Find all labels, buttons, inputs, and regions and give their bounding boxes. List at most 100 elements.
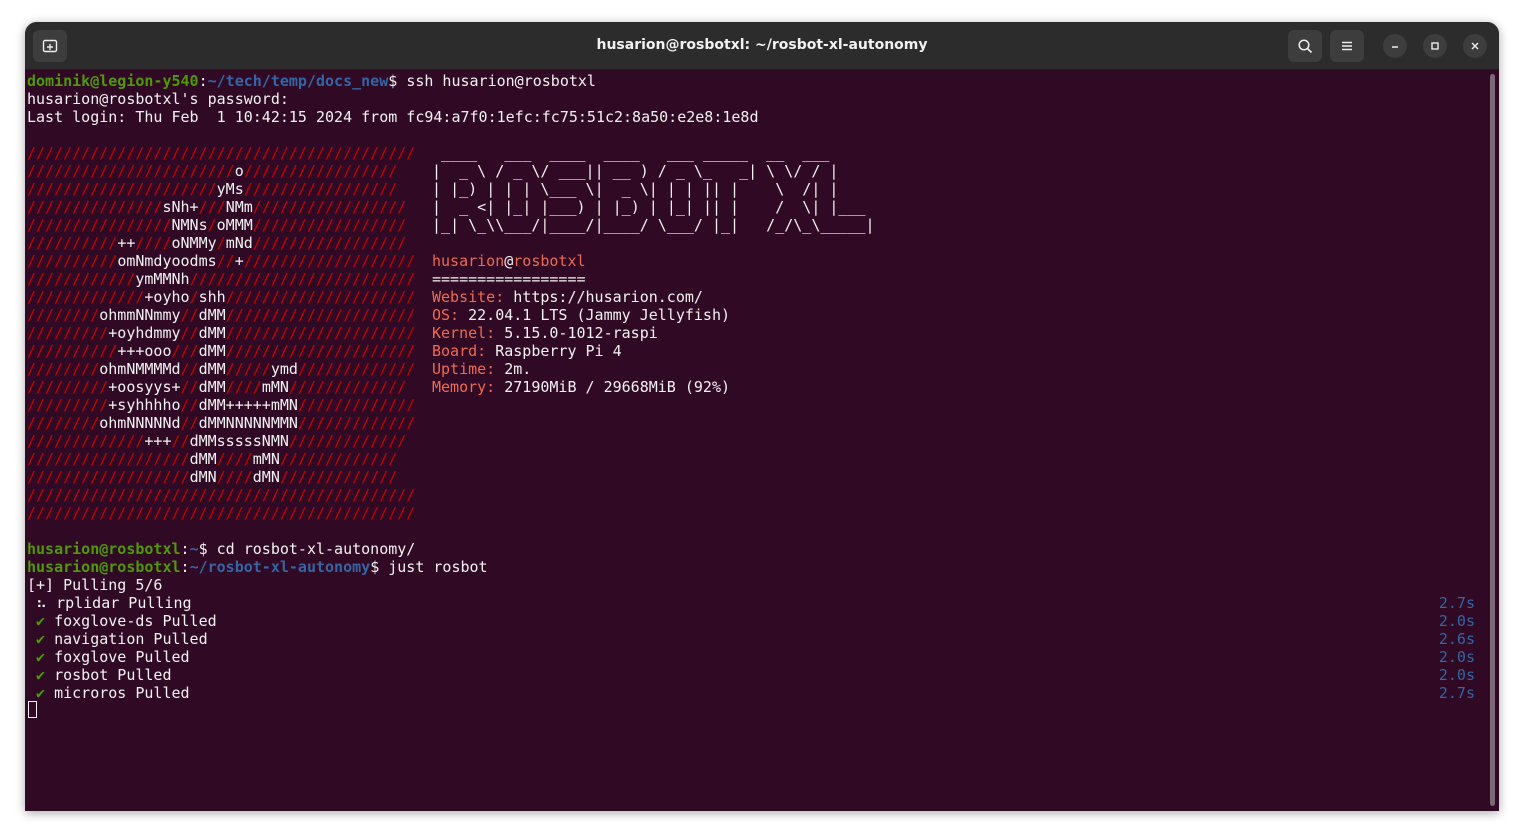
ascii-logo-line: /////////////////////yMs////////////////… — [27, 180, 398, 198]
search-icon — [1298, 39, 1313, 54]
pull-item-name: navigation Pulled — [54, 630, 208, 648]
window-title: husarion@rosbotxl: ~/rosbot-xl-autonomy — [596, 37, 928, 53]
info-label: Kernel: — [432, 324, 496, 342]
last-login-line: Last login: Thu Feb 1 10:42:15 2024 from… — [27, 108, 759, 126]
pull-item: ✔ microros Pulled — [27, 684, 190, 702]
terminal-window: husarion@rosbotxl: ~/rosbot-xl-autonomy — [25, 22, 1499, 811]
info-label: Memory: — [432, 378, 496, 396]
ascii-logo-line: ////////ohmmNNmmy//dMM//////////////////… — [27, 306, 416, 324]
ascii-logo-line: ////////////////NMNs/oMMM///////////////… — [27, 216, 407, 234]
minimize-button[interactable] — [1383, 34, 1407, 58]
prompt-user-host: dominik@legion-y540 — [27, 72, 199, 90]
pull-item-name: rosbot Pulled — [54, 666, 172, 684]
command-text: just rosbot — [388, 558, 488, 576]
title-bar: husarion@rosbotxl: ~/rosbot-xl-autonomy — [25, 22, 1499, 70]
pull-item-name: foxglove Pulled — [54, 648, 190, 666]
maximize-icon — [1431, 42, 1439, 50]
ascii-logo-line: /////////+syhhhho//dMM+++++mMN//////////… — [27, 396, 416, 414]
ascii-logo-line: ///////////////////////o////////////////… — [27, 162, 398, 180]
ascii-logo-line: //////////+++ooo///dMM//////////////////… — [27, 342, 416, 360]
info-host: rosbotxl — [513, 252, 586, 270]
prompt-line-cd: husarion@rosbotxl:~$ cd rosbot-xl-autono… — [27, 540, 416, 558]
pull-item: ✔ foxglove Pulled — [27, 648, 190, 666]
prompt-line-just: husarion@rosbotxl:~/rosbot-xl-autonomy$ … — [27, 558, 488, 576]
check-icon: ✔ — [27, 684, 55, 702]
pull-item-time: 2.6s — [1438, 630, 1475, 648]
ascii-logo-line: ////////////////////////////////////////… — [27, 504, 416, 522]
ascii-logo-line: ////////ohmNMMMMd//dMM/////ymd//////////… — [27, 360, 416, 378]
password-prompt: husarion@rosbotxl's password: — [27, 90, 289, 108]
ascii-logo-line: //////////////////dMN////dMN////////////… — [27, 468, 398, 486]
banner-line: | _ <| |_| |___) | |_) | |_| || | / \| |… — [423, 198, 866, 216]
info-user: husarion — [432, 252, 505, 270]
pull-item: ✔ foxglove-ds Pulled — [27, 612, 217, 630]
menu-button[interactable] — [1330, 30, 1364, 62]
ascii-logo-line: /////////+oyhdmmy//dMM//////////////////… — [27, 324, 416, 342]
prompt-path: ~ — [189, 540, 199, 558]
banner-line: | |_) | | | \___ \| _ \| | | || | \ /| | — [423, 180, 839, 198]
pull-item-time: 2.0s — [1438, 612, 1475, 630]
spinner-icon: ⠦ — [27, 594, 57, 612]
banner-line: |_| \_\\___/|____/|____/ \___/ |_| /_/\_… — [423, 216, 875, 234]
info-separator: ================= — [432, 270, 586, 288]
ascii-logo-line: ///////////////sNh+///NMm///////////////… — [27, 198, 407, 216]
info-label: Board: — [432, 342, 487, 360]
command-text: cd rosbot-xl-autonomy/ — [216, 540, 416, 558]
pull-item-time: 2.0s — [1438, 648, 1475, 666]
ascii-logo-line: //////////////////dMM////mMN////////////… — [27, 450, 398, 468]
pull-item-time: 2.7s — [1438, 684, 1475, 702]
info-row: Website: https://husarion.com/ — [432, 288, 703, 306]
info-value: Raspberry Pi 4 — [486, 342, 622, 360]
prompt-path: ~/tech/temp/docs_new — [207, 72, 389, 90]
prompt-path: ~/rosbot-xl-autonomy — [189, 558, 371, 576]
pull-item-name: foxglove-ds Pulled — [54, 612, 217, 630]
maximize-button[interactable] — [1423, 34, 1447, 58]
terminal-content[interactable]: dominik@legion-y540:~/tech/temp/docs_new… — [27, 72, 1477, 807]
pull-header: [+] Pulling 5/6 — [27, 576, 163, 594]
scrollbar[interactable] — [1490, 74, 1495, 806]
info-value: 2m. — [495, 360, 532, 378]
info-at: @ — [504, 252, 514, 270]
banner-line: | _ \ / _ \/ ___|| __ ) / _ \_ _| \ \/ /… — [423, 162, 839, 180]
info-row: Uptime: 2m. — [432, 360, 531, 378]
pull-item: ⠦ rplidar Pulling — [27, 594, 192, 612]
info-label: OS: — [432, 306, 460, 324]
info-value: 5.15.0-1012-raspi — [495, 324, 658, 342]
info-row: Board: Raspberry Pi 4 — [432, 342, 622, 360]
banner-line: ____ ___ ____ ____ ___ _____ __ ___ — [423, 144, 830, 162]
ascii-logo-line: /////////////+++//dMMsssssNMN///////////… — [27, 432, 407, 450]
ascii-logo-line: /////////+oosyys+//dMM////mMN///////////… — [27, 378, 407, 396]
info-value: 22.04.1 LTS (Jammy Jellyfish) — [459, 306, 731, 324]
info-label: Uptime: — [432, 360, 496, 378]
pull-item: ✔ navigation Pulled — [27, 630, 208, 648]
info-row: Memory: 27190MiB / 29668MiB (92%) — [432, 378, 730, 396]
info-row: OS: 22.04.1 LTS (Jammy Jellyfish) — [432, 306, 730, 324]
pull-item-name: microros Pulled — [54, 684, 190, 702]
ascii-logo-line: //////////omNmdyoodms//+////////////////… — [27, 252, 416, 270]
ascii-logo-line: ////////ohmNNNNNd//dMMNNNNNMMN//////////… — [27, 414, 416, 432]
check-icon: ✔ — [27, 612, 55, 630]
prompt-line-ssh: dominik@legion-y540:~/tech/temp/docs_new… — [27, 72, 596, 90]
terminal-cursor — [28, 701, 37, 718]
info-value: 27190MiB / 29668MiB (92%) — [495, 378, 731, 396]
ascii-logo-line: ////////////////////////////////////////… — [27, 144, 416, 162]
pull-item-time: 2.0s — [1438, 666, 1475, 684]
command-text: ssh husarion@rosbotxl — [406, 72, 596, 90]
ascii-logo-line: ////////////////////////////////////////… — [27, 486, 416, 504]
hamburger-menu-icon — [1342, 41, 1352, 51]
check-icon: ✔ — [27, 648, 55, 666]
ascii-logo-line: ////////////ymMMNh//////////////////////… — [27, 270, 416, 288]
pull-item-time: 2.7s — [1438, 594, 1475, 612]
info-user-host: husarion@rosbotxl — [432, 252, 586, 270]
info-value: https://husarion.com/ — [504, 288, 703, 306]
check-icon: ✔ — [27, 666, 55, 684]
close-icon — [1471, 42, 1479, 50]
info-row: Kernel: 5.15.0-1012-raspi — [432, 324, 658, 342]
pull-item: ✔ rosbot Pulled — [27, 666, 172, 684]
info-label: Website: — [432, 288, 505, 306]
ascii-logo-line: /////////////+oyho/shh//////////////////… — [27, 288, 416, 306]
pull-item-name: rplidar Pulling — [56, 594, 192, 612]
close-button[interactable] — [1463, 34, 1487, 58]
search-button[interactable] — [1288, 30, 1322, 62]
check-icon: ✔ — [27, 630, 55, 648]
